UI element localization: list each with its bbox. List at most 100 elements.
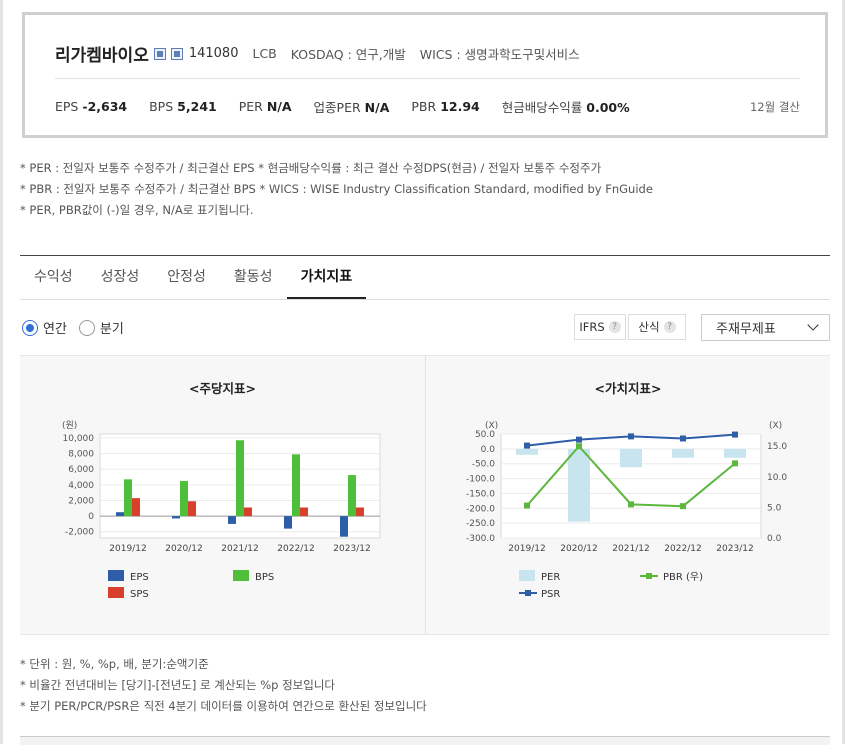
market-class: LCB (252, 46, 277, 61)
y-tick-label-left: 50.0 (475, 430, 495, 440)
point-psr (628, 433, 634, 440)
metric-label: EPS (55, 99, 79, 114)
bar-eps (116, 512, 124, 517)
quarter-radio[interactable] (78, 319, 95, 336)
exchange-sector: KOSDAQ : 연구,개발 (290, 47, 406, 62)
ratio-tabs: 수익성 성장성 안정성 활동성 가치지표 (20, 256, 830, 300)
bar-per (672, 448, 694, 458)
x-tick-label: 2022/12 (277, 544, 314, 554)
x-tick-label: 2023/12 (716, 544, 753, 554)
bar-sps (132, 498, 140, 517)
formula-button[interactable]: 산식? (628, 314, 686, 340)
metric-label: PER (238, 99, 263, 114)
tab-profitability[interactable]: 수익성 (20, 256, 87, 299)
quarter-option[interactable]: 분기 (78, 318, 124, 337)
valuation-chart: 50.0 0.0 -50.0 -100.0 -150.0 -200.0 -250.0 -300… (466, 421, 787, 600)
wics-sector: WICS : 생명과학도구및서비스 (419, 47, 580, 62)
legend-marker-psr (525, 590, 531, 596)
y-axis-unit: (원) (62, 420, 77, 431)
y-tick-label-right: 10.0 (767, 473, 787, 483)
valuation-panel: <가치지표> 50.0 0.0 -50.0 -100.0 -150.0 -200.0 -25… (426, 356, 830, 634)
point-pbr (628, 501, 634, 508)
tab-growth[interactable]: 성장성 (87, 256, 154, 299)
y-tick-label-right: 0.0 (767, 534, 782, 544)
y-tick-label-left: -50.0 (472, 460, 496, 470)
y-tick-label: -2,000 (65, 528, 94, 538)
metric-value: N/A (364, 100, 390, 115)
bar-sps (300, 507, 308, 517)
ir-icon[interactable] (170, 47, 183, 60)
y-tick-label-left: -300.0 (466, 534, 495, 544)
metric-label: BPS (149, 99, 174, 114)
point-psr (524, 442, 530, 449)
bar-per (724, 448, 746, 458)
point-pbr (524, 502, 530, 509)
home-icon[interactable] (153, 47, 166, 60)
bar-sps (244, 507, 252, 517)
statement-select[interactable]: 주재무제표 (701, 314, 830, 341)
y-axis-unit-left: (X) (485, 421, 498, 431)
bar-eps (172, 516, 180, 519)
y-tick-label: 6,000 (68, 465, 94, 475)
legend-label: PSR (541, 589, 560, 600)
help-icon[interactable]: ? (663, 321, 676, 333)
metric-label: 현금배당수익률 (501, 100, 583, 115)
metric-sector-per: 업종PER N/A (314, 97, 390, 116)
footnote-line: * 분기 PER/PCR/PSR은 직전 4분기 데이터를 이용하여 연간으로 … (20, 699, 427, 713)
ifrs-button[interactable]: IFRS? (574, 314, 626, 340)
y-tick-label-left: -200.0 (466, 504, 495, 514)
y-tick-label-right: 5.0 (767, 503, 782, 513)
charts-area: <주당지표> 10,000 8,000 6,000 4,000 2,000 0 -2,000… (20, 355, 830, 635)
bar-eps (228, 516, 236, 524)
annual-label: 연간 (43, 322, 67, 337)
note-line: * PER, PBR값이 (-)일 경우, N/A로 표기됩니다. (20, 203, 254, 217)
footnote-line: * 단위 : 원, %, %p, 배, 분기:순액기준 (20, 657, 209, 671)
footnote-line: * 비율간 전년대비는 [당기]-[전년도] 로 계산되는 %p 정보입니다 (20, 678, 335, 692)
company-summary-box: 리가켐바이오 141080 LCB KOSDAQ : 연구,개발 WICS : … (22, 12, 828, 138)
tab-stability[interactable]: 안정성 (153, 256, 220, 299)
x-tick-label: 2021/12 (221, 544, 258, 554)
annual-option[interactable]: 연간 (22, 318, 67, 337)
legend-label: PBR (우) (663, 571, 703, 583)
legend-label: EPS (130, 572, 149, 583)
annual-radio[interactable] (22, 319, 38, 336)
definition-notes: * PER : 전일자 보통주 수정주가 / 최근결산 EPS * 현금배당수익… (20, 158, 653, 221)
quarter-label: 분기 (99, 322, 124, 337)
stock-code: 141080 (188, 46, 239, 61)
y-axis-unit-right: (X) (769, 421, 782, 431)
formula-label: 산식 (638, 320, 660, 334)
y-tick-label-left: 0.0 (481, 445, 496, 455)
y-tick-label-left: -250.0 (466, 519, 495, 529)
y-tick-label-left: -100.0 (466, 475, 495, 485)
metrics-row: EPS -2,634 BPS 5,241 PER N/A 업종PER N/A PBR 12… (55, 97, 800, 116)
point-pbr (732, 460, 738, 467)
bar-eps (340, 516, 348, 537)
legend-label: BPS (255, 572, 274, 583)
tab-valuation[interactable]: 가치지표 (286, 256, 367, 299)
point-psr (732, 431, 738, 438)
x-tick-label: 2023/12 (333, 544, 370, 554)
point-psr (680, 435, 686, 442)
legend-swatch-per (519, 570, 535, 581)
period-selector: 연간 분기 (22, 318, 136, 337)
note-line: * PER : 전일자 보통주 수정주가 / 최근결산 EPS * 현금배당수익… (20, 161, 602, 175)
statement-select-value: 주재무제표 (716, 322, 776, 337)
bar-bps (236, 440, 244, 517)
per-share-panel: <주당지표> 10,000 8,000 6,000 4,000 2,000 0 -2,000… (20, 356, 425, 634)
chevron-down-icon (807, 319, 819, 331)
metric-bps: BPS 5,241 (149, 99, 217, 114)
per-share-chart: 10,000 8,000 6,000 4,000 2,000 0 -2,000 (원) 2019… (62, 420, 381, 600)
help-icon[interactable]: ? (608, 321, 621, 333)
tab-activity[interactable]: 활동성 (220, 256, 287, 299)
bar-bps (292, 454, 300, 517)
bar-bps (124, 479, 132, 517)
summary-divider (55, 78, 800, 79)
settlement-month: 12월 결산 (749, 99, 800, 114)
y-tick-label: 0 (88, 512, 94, 522)
metric-dividend-yield: 현금배당수익률 0.00% (502, 97, 630, 116)
ifrs-label: IFRS (579, 320, 605, 334)
metric-value: 0.00% (586, 100, 630, 115)
unit-footnotes: * 단위 : 원, %, %p, 배, 분기:순액기준 * 비율간 전년대비는 … (20, 654, 427, 717)
note-line: * PBR : 전일자 보통주 수정주가 / 최근결산 BPS * WICS :… (20, 182, 653, 196)
point-pbr (576, 443, 582, 450)
